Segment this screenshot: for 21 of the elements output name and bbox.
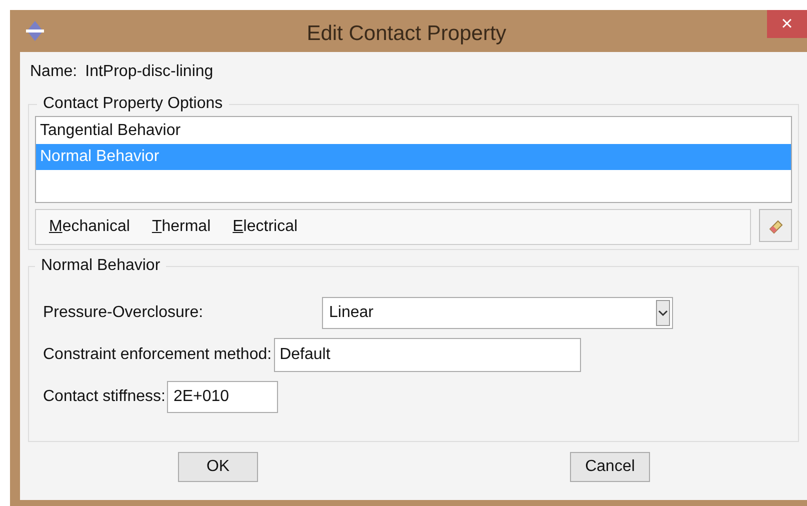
menu-item[interactable]: Mechanical: [49, 215, 130, 239]
field-label: Pressure-Overclosure:: [43, 304, 204, 321]
chevron-down-icon: [656, 300, 670, 326]
dialog-button[interactable]: Cancel: [570, 452, 650, 482]
dropdown[interactable]: Linear: [322, 297, 673, 329]
group-title: Normal Behavior: [40, 256, 162, 276]
field-label: Contact stiffness:: [43, 387, 166, 407]
field-label: Constraint enforcement method:: [43, 345, 272, 365]
list-item[interactable]: Tangential Behavior: [36, 118, 791, 144]
dialog-button[interactable]: OK: [178, 452, 258, 482]
clear-button[interactable]: [759, 209, 792, 242]
menu-item[interactable]: Electrical: [232, 215, 298, 239]
close-button[interactable]: ×: [767, 10, 807, 38]
name-label: Name:: [30, 62, 78, 82]
input-field[interactable]: 2E+010: [167, 381, 278, 413]
input-field[interactable]: Default: [274, 338, 581, 372]
window-title: Edit Contact Property: [306, 21, 506, 47]
group-title: Contact Property Options: [42, 94, 224, 114]
name-value: IntProp-disc-lining: [85, 62, 214, 82]
menu-item[interactable]: Thermal: [152, 215, 211, 239]
app-icon: [24, 20, 46, 42]
